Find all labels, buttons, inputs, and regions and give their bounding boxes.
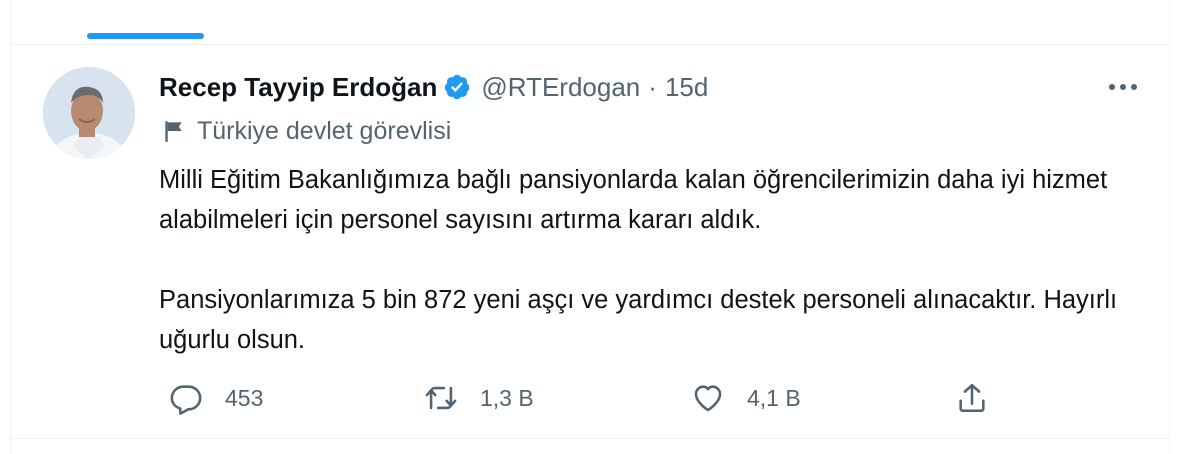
like-count: 4,1 B xyxy=(747,384,801,411)
reply-button[interactable]: 453 xyxy=(169,376,263,420)
tweet-header: Recep Tayyip Erdoğan @RTErdogan · 15d xyxy=(159,70,708,104)
reply-icon xyxy=(170,385,202,415)
timestamp[interactable]: 15d xyxy=(665,72,708,103)
tweet-paragraph: Milli Eğitim Bakanlığımıza bağlı pansiyo… xyxy=(159,166,1108,234)
heart-icon xyxy=(694,385,722,412)
avatar-image xyxy=(43,67,135,159)
retweet-button[interactable]: 1,3 B xyxy=(424,376,534,420)
more-dots-icon xyxy=(1109,84,1137,90)
retweet-count: 1,3 B xyxy=(480,384,534,411)
more-options-button[interactable] xyxy=(1101,72,1145,102)
tweet-actions: 453 1,3 B 4,1 B xyxy=(159,376,999,420)
separator-dot: · xyxy=(648,71,657,102)
tweet-paragraph: Pansiyonlarımıza 5 bin 872 yeni aşçı ve … xyxy=(159,286,1118,354)
verified-badge-icon xyxy=(443,73,471,101)
account-label: Türkiye devlet görevlisi xyxy=(161,114,451,148)
reply-count: 453 xyxy=(225,384,264,411)
share-button[interactable] xyxy=(955,376,989,420)
tweet-container: Recep Tayyip Erdoğan @RTErdogan · 15d Tü… xyxy=(10,0,1171,454)
label-text: Türkiye devlet görevlisi xyxy=(197,116,452,145)
like-button[interactable]: 4,1 B xyxy=(691,376,801,420)
divider-bottom xyxy=(11,438,1171,439)
retweet-icon xyxy=(425,386,457,410)
share-icon xyxy=(959,383,985,413)
previous-content-clipped xyxy=(11,0,1171,14)
author-handle[interactable]: @RTErdogan xyxy=(481,72,640,103)
flag-icon xyxy=(161,118,187,144)
divider-top xyxy=(11,44,1171,45)
active-tab-indicator xyxy=(87,33,204,39)
tweet-text: Milli Eğitim Bakanlığımıza bağlı pansiyo… xyxy=(159,160,1159,360)
author-name[interactable]: Recep Tayyip Erdoğan xyxy=(159,72,437,103)
avatar[interactable] xyxy=(43,67,135,159)
